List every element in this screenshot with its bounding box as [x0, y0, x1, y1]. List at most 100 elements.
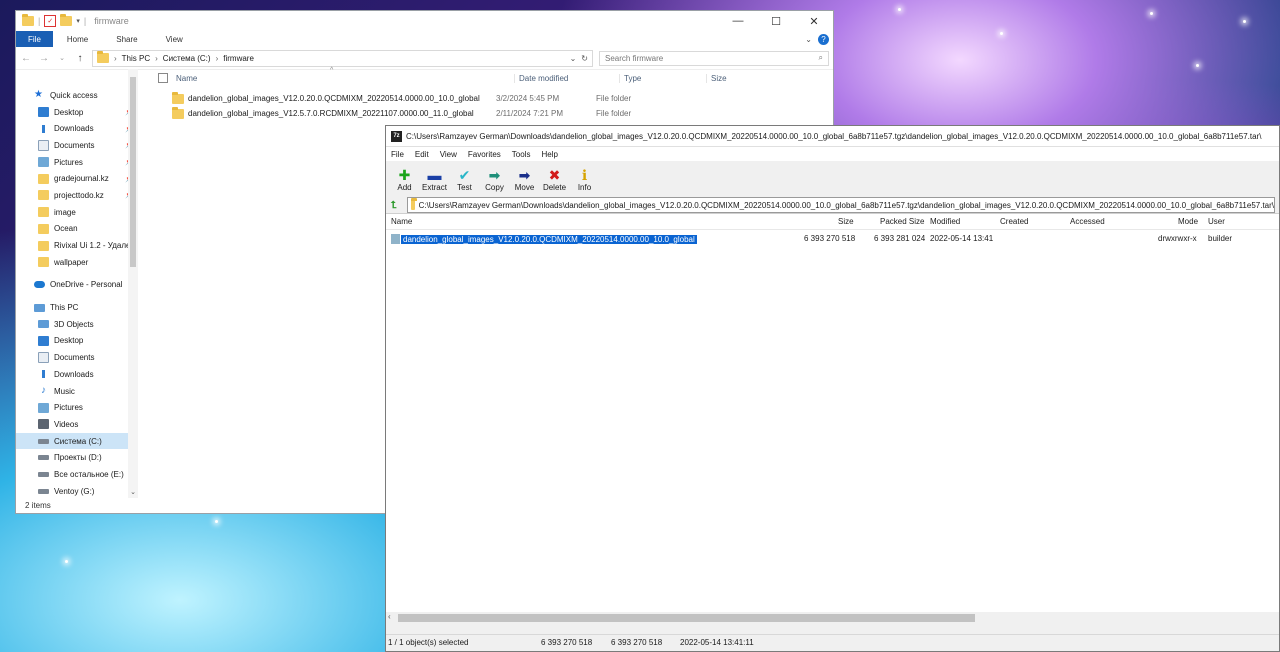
breadcrumb-firmware[interactable]: firmware: [223, 54, 254, 63]
sidebar-item-ocean[interactable]: Ocean: [16, 221, 136, 238]
menu-tools[interactable]: Tools: [512, 150, 531, 159]
breadcrumb-separator: ›: [114, 53, 117, 63]
cloud-icon: [34, 281, 45, 289]
minimize-button[interactable]: —: [719, 11, 757, 31]
column-user[interactable]: User: [1208, 217, 1225, 226]
table-row[interactable]: dandelion_global_images_V12.0.20.0.QCDMI…: [158, 91, 833, 106]
sidebar-item-pictures[interactable]: Pictures: [16, 399, 136, 416]
nav-label: Desktop: [54, 107, 84, 117]
sidebar-item-downloads[interactable]: Downloads: [16, 366, 136, 383]
info-button[interactable]: ℹ Info: [572, 168, 597, 195]
menu-edit[interactable]: Edit: [415, 150, 429, 159]
breadcrumb-drive-c[interactable]: Система (C:): [163, 54, 211, 63]
videos-icon: [38, 419, 49, 430]
tab-file[interactable]: File: [16, 31, 53, 47]
delete-button[interactable]: ✖ Delete: [542, 168, 567, 195]
up-arrow-icon[interactable]: ↑: [74, 53, 86, 64]
column-size[interactable]: Size: [706, 73, 761, 83]
help-icon[interactable]: ?: [818, 33, 829, 45]
add-button[interactable]: ✚ Add: [392, 168, 417, 195]
tab-view[interactable]: View: [152, 31, 197, 47]
column-date[interactable]: Date modified: [514, 73, 619, 83]
forward-arrow-icon[interactable]: →: [38, 53, 50, 64]
column-modified[interactable]: Modified: [930, 217, 960, 226]
chevron-down-icon[interactable]: ▾: [76, 17, 80, 25]
column-name[interactable]: Name: [391, 217, 412, 226]
maximize-button[interactable]: ☐: [757, 11, 795, 31]
list-item[interactable]: dandelion_global_images_V12.0.20.0.QCDMI…: [386, 233, 1279, 245]
search-input[interactable]: Search firmware ⌕: [599, 50, 829, 66]
nav-label: 3D Objects: [54, 319, 94, 329]
toolbar: ✚ Add ▬ Extract ✔ Test ➡ Copy ➡ Move ✖ Delete …: [386, 161, 1279, 195]
extract-button[interactable]: ▬ Extract: [422, 168, 447, 195]
pictures-icon: [38, 157, 49, 168]
sidebar-item-система-c-[interactable]: Система (C:): [16, 432, 136, 450]
column-created[interactable]: Created: [1000, 217, 1028, 226]
sidebar-item-desktop[interactable]: Desktop: [16, 333, 136, 350]
table-row[interactable]: dandelion_global_images_V12.5.7.0.RCDMIX…: [158, 106, 833, 121]
tab-home[interactable]: Home: [53, 31, 102, 47]
column-packed-size[interactable]: Packed Size: [880, 217, 924, 226]
navigation-row: ← → ⌄ ↑ › This PC › Система (C:) › firmw…: [16, 47, 833, 70]
parent-folder-icon[interactable]: ⮤: [391, 200, 403, 211]
breadcrumb-this-pc[interactable]: This PC: [122, 54, 150, 63]
expand-ribbon-icon[interactable]: ⌄: [805, 35, 812, 44]
sidebar-item-desktop[interactable]: Desktop📌: [16, 104, 136, 121]
folder-icon: [38, 223, 49, 234]
back-arrow-icon[interactable]: ←: [20, 53, 32, 64]
scroll-left-arrow-icon[interactable]: ‹: [388, 612, 391, 621]
properties-icon[interactable]: ✓: [44, 15, 57, 27]
nav-label: Все остальное (E:): [54, 469, 124, 479]
3d-objects-icon: [38, 320, 49, 329]
chevron-down-icon[interactable]: ⌄: [570, 54, 577, 63]
address-bar[interactable]: › This PC › Система (C:) › firmware ⌄ ↻: [92, 49, 593, 67]
refresh-icon[interactable]: ↻: [581, 54, 592, 63]
documents-icon: [38, 352, 49, 364]
sidebar-item-wallpaper[interactable]: wallpaper: [16, 254, 136, 271]
sidebar-item-videos[interactable]: Videos: [16, 416, 136, 433]
nav-label: Music: [54, 386, 75, 396]
nav-label: Downloads: [54, 369, 94, 379]
select-all-checkbox[interactable]: [158, 73, 168, 83]
column-size[interactable]: Size: [838, 217, 854, 226]
sidebar-item-gradejournal-kz[interactable]: gradejournal.kz📌: [16, 170, 136, 187]
nav-quick-access[interactable]: ★ Quick access: [16, 87, 136, 104]
copy-button[interactable]: ➡ Copy: [482, 168, 507, 195]
ribbon-tabs: File Home Share View ⌄ ?: [16, 31, 833, 47]
close-button[interactable]: ✕: [795, 11, 833, 31]
move-button[interactable]: ➡ Move: [512, 168, 537, 195]
test-button[interactable]: ✔ Test: [452, 168, 477, 195]
column-name[interactable]: Name: [176, 74, 514, 83]
menu-favorites[interactable]: Favorites: [468, 150, 501, 159]
sidebar-item-downloads[interactable]: Downloads📌: [16, 120, 136, 137]
menu-help[interactable]: Help: [541, 150, 557, 159]
tab-share[interactable]: Share: [102, 31, 151, 47]
path-input[interactable]: C:\Users\Ramzayev German\Downloads\dande…: [407, 197, 1275, 213]
status-selected: 1 / 1 object(s) selected: [388, 638, 469, 647]
sidebar-item-documents[interactable]: Documents📌: [16, 137, 136, 154]
new-folder-icon[interactable]: [60, 14, 73, 26]
sidebar-item-image[interactable]: image: [16, 204, 136, 221]
nav-this-pc[interactable]: This PC: [16, 299, 136, 316]
horizontal-scrollbar[interactable]: ‹: [386, 612, 1279, 623]
sidebar-item-все-остальное-e-[interactable]: Все остальное (E:): [16, 466, 136, 483]
menu-file[interactable]: File: [391, 150, 404, 159]
menu-view[interactable]: View: [440, 150, 457, 159]
sidebar-item-3d-objects[interactable]: 3D Objects: [16, 316, 136, 333]
recent-locations-icon[interactable]: ⌄: [56, 54, 68, 62]
status-packed-size: 6 393 270 518: [611, 638, 663, 647]
column-accessed[interactable]: Accessed: [1070, 217, 1105, 226]
sidebar-item-проекты-d-[interactable]: Проекты (D:): [16, 449, 136, 466]
nav-label: Система (C:): [54, 436, 102, 446]
sidebar-item-ventoy-g-[interactable]: Ventoy (G:): [16, 483, 136, 500]
column-mode[interactable]: Mode: [1178, 217, 1198, 226]
sidebar-item-music[interactable]: ♪ Music: [16, 383, 136, 400]
sidebar-item-documents[interactable]: Documents: [16, 349, 136, 366]
scroll-thumb[interactable]: [398, 614, 975, 622]
sidebar-item-rivixal-ui-1-2-удален[interactable]: Rivixal Ui 1.2 - Удален: [16, 237, 136, 254]
column-type[interactable]: Type: [619, 73, 706, 83]
nav-onedrive[interactable]: OneDrive - Personal: [16, 277, 136, 294]
minus-icon: ▬: [427, 167, 442, 183]
sidebar-item-projecttodo-kz[interactable]: projecttodo.kz📌: [16, 187, 136, 204]
sidebar-item-pictures[interactable]: Pictures📌: [16, 154, 136, 171]
